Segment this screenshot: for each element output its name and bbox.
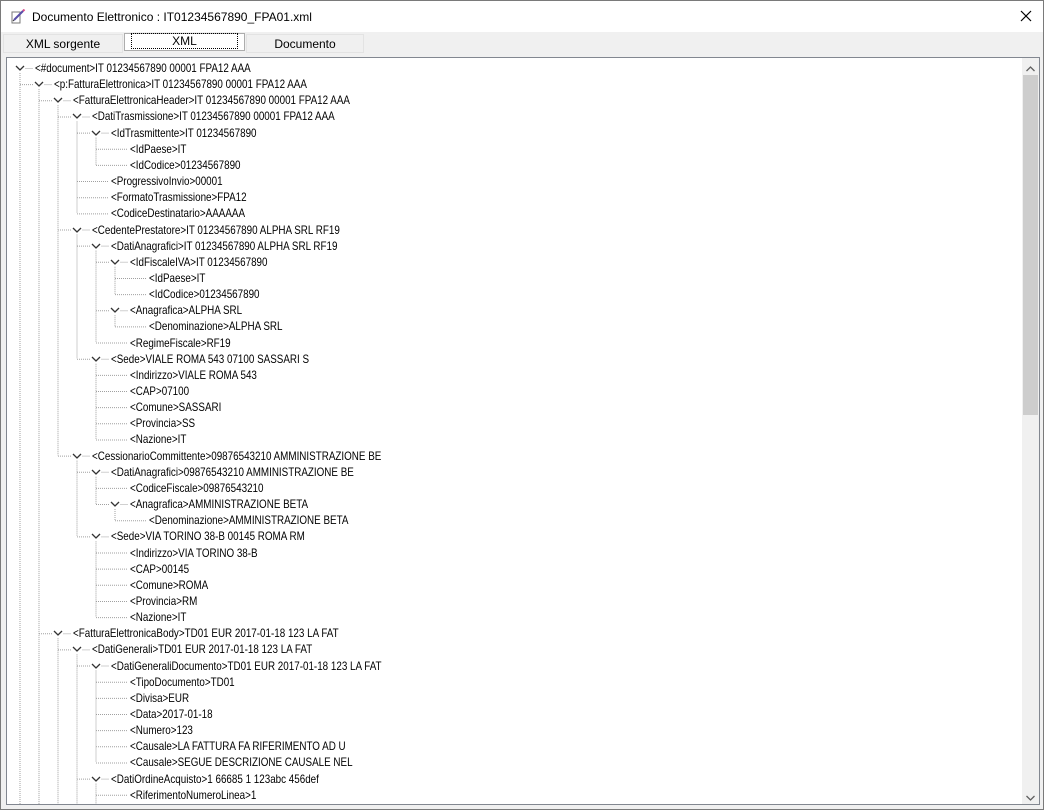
tree-node-label[interactable]: <CAP>00145: [130, 561, 189, 577]
expand-chevron-icon[interactable]: [91, 128, 101, 138]
tree-node-label[interactable]: <TipoDocumento>TD01: [130, 674, 235, 690]
tab-label: XML: [131, 33, 238, 49]
tab-label: XML sorgente: [25, 37, 101, 51]
tree-node-label[interactable]: <DatiAnagrafici>IT 01234567890 ALPHA SRL…: [111, 238, 337, 254]
tree-node-label[interactable]: <Anagrafica>ALPHA SRL: [130, 302, 242, 318]
xml-tree-view[interactable]: <#document>IT 01234567890 00001 FPA12 AA…: [7, 58, 1022, 804]
tree-node-label[interactable]: <CodiceDestinatario>AAAAAA: [111, 205, 245, 221]
tree-node-label[interactable]: <RiferimentoNumeroLinea>1: [130, 787, 256, 803]
tree-node-label[interactable]: <Sede>VIA TORINO 38-B 00145 ROMA RM: [111, 528, 305, 544]
tree-node-label[interactable]: <IdTrasmittente>IT 01234567890: [111, 125, 257, 141]
tree-node-label[interactable]: <Denominazione>ALPHA SRL: [149, 318, 282, 334]
tree-node-label[interactable]: <Causale>SEGUE DESCRIZIONE CAUSALE NEL: [130, 754, 353, 770]
scroll-up-arrow-icon: [1026, 58, 1035, 76]
tree-node-label[interactable]: <CessionarioCommittente>09876543210 AMMI…: [92, 448, 381, 464]
expand-chevron-icon[interactable]: [72, 111, 82, 121]
tree-node-label[interactable]: <DatiGenerali>TD01 EUR 2017-01-18 123 LA…: [92, 641, 312, 657]
tab-label: Documento: [274, 37, 336, 51]
tree-node-label[interactable]: <FatturaElettronicaBody>TD01 EUR 2017-01…: [73, 625, 339, 641]
tree-node-label[interactable]: <CodiceFiscale>09876543210: [130, 480, 263, 496]
expand-chevron-icon[interactable]: [91, 774, 101, 784]
tree-node-label[interactable]: <IdFiscaleIVA>IT 01234567890: [130, 254, 268, 270]
window-title: Documento Elettronico : IT01234567890_FP…: [32, 10, 312, 24]
expand-chevron-icon[interactable]: [110, 305, 120, 315]
tree-node-label[interactable]: <DatiOrdineAcquisto>1 66685 1 123abc 456…: [111, 771, 319, 787]
close-icon: [1020, 7, 1032, 26]
tree-node-label[interactable]: <RegimeFiscale>RF19: [130, 335, 231, 351]
vertical-scrollbar[interactable]: [1022, 58, 1039, 804]
tab-bar: XML sorgente XML Documento: [1, 32, 1043, 55]
expand-chevron-icon[interactable]: [72, 451, 82, 461]
expand-chevron-icon[interactable]: [91, 531, 101, 541]
tree-node-label[interactable]: <Divisa>EUR: [130, 690, 189, 706]
expand-chevron-icon[interactable]: [110, 257, 120, 267]
tree-node-label[interactable]: <Anagrafica>AMMINISTRAZIONE BETA: [130, 496, 308, 512]
tree-node-label[interactable]: <Provincia>SS: [130, 415, 195, 431]
tree-node-label[interactable]: <CedentePrestatore>IT 01234567890 ALPHA …: [92, 222, 340, 238]
tab-documento[interactable]: Documento: [246, 34, 364, 53]
close-button[interactable]: [1009, 1, 1043, 32]
expand-chevron-icon[interactable]: [91, 661, 101, 671]
expand-chevron-icon[interactable]: [53, 628, 63, 638]
expand-chevron-icon[interactable]: [110, 499, 120, 509]
tree-node-label[interactable]: <p:FatturaElettronica>IT 01234567890 000…: [54, 76, 307, 92]
tree-node-label[interactable]: <Data>2017-01-18: [130, 706, 213, 722]
tree-node-label[interactable]: <DatiAnagrafici>09876543210 AMMINISTRAZI…: [111, 464, 354, 480]
tree-node-label[interactable]: <FatturaElettronicaHeader>IT 01234567890…: [73, 92, 350, 108]
tree-node-label[interactable]: <Numero>123: [130, 722, 193, 738]
tree-node-label[interactable]: <ProgressivoInvio>00001: [111, 173, 223, 189]
tree-node-label[interactable]: <IdDocumento>66685: [130, 803, 227, 805]
tree-node-label[interactable]: <Indirizzo>VIA TORINO 38-B: [130, 545, 258, 561]
tree-node-label[interactable]: <Indirizzo>VIALE ROMA 543: [130, 367, 257, 383]
expand-chevron-icon[interactable]: [34, 79, 44, 89]
xml-tree-panel: <#document>IT 01234567890 00001 FPA12 AA…: [6, 57, 1040, 805]
tree-node-label[interactable]: <Comune>SASSARI: [130, 399, 221, 415]
application-window: Documento Elettronico : IT01234567890_FP…: [0, 0, 1044, 810]
tree-node-label[interactable]: <IdCodice>01234567890: [130, 157, 241, 173]
tree-node-label[interactable]: <Denominazione>AMMINISTRAZIONE BETA: [149, 512, 348, 528]
tree-node-label[interactable]: <Comune>ROMA: [130, 577, 208, 593]
tree-node-label[interactable]: <CAP>07100: [130, 383, 189, 399]
expand-chevron-icon[interactable]: [91, 354, 101, 364]
tree-node-label[interactable]: <IdPaese>IT: [149, 270, 205, 286]
scrollbar-thumb[interactable]: [1023, 75, 1038, 415]
scroll-down-arrow-icon: [1026, 786, 1035, 804]
expand-chevron-icon[interactable]: [15, 63, 25, 73]
tree-node-label[interactable]: <Nazione>IT: [130, 431, 186, 447]
tree-node-label[interactable]: <DatiTrasmissione>IT 01234567890 00001 F…: [92, 108, 335, 124]
expand-chevron-icon[interactable]: [53, 95, 63, 105]
scroll-down-button[interactable]: [1022, 787, 1039, 804]
tree-node-label[interactable]: <IdPaese>IT: [130, 141, 186, 157]
scroll-up-button[interactable]: [1022, 58, 1039, 75]
pen-document-icon: [10, 8, 26, 25]
tree-node-label[interactable]: <Provincia>RM: [130, 593, 197, 609]
tree-node-label[interactable]: <Nazione>IT: [130, 609, 186, 625]
expand-chevron-icon[interactable]: [72, 225, 82, 235]
tree-node-label[interactable]: <Causale>LA FATTURA FA RIFERIMENTO AD U: [130, 738, 346, 754]
expand-chevron-icon[interactable]: [91, 241, 101, 251]
tree-node-label[interactable]: <FormatoTrasmissione>FPA12: [111, 189, 247, 205]
tab-xml[interactable]: XML: [124, 33, 245, 51]
title-bar[interactable]: Documento Elettronico : IT01234567890_FP…: [1, 1, 1043, 32]
tree-node-label[interactable]: <#document>IT 01234567890 00001 FPA12 AA…: [35, 60, 251, 76]
tree-node-label[interactable]: <Sede>VIALE ROMA 543 07100 SASSARI S: [111, 351, 309, 367]
expand-chevron-icon[interactable]: [91, 467, 101, 477]
tree-node-label[interactable]: <IdCodice>01234567890: [149, 286, 260, 302]
expand-chevron-icon[interactable]: [72, 644, 82, 654]
tree-node-label[interactable]: <DatiGeneraliDocumento>TD01 EUR 2017-01-…: [111, 658, 382, 674]
tab-xml-sorgente[interactable]: XML sorgente: [3, 34, 123, 53]
